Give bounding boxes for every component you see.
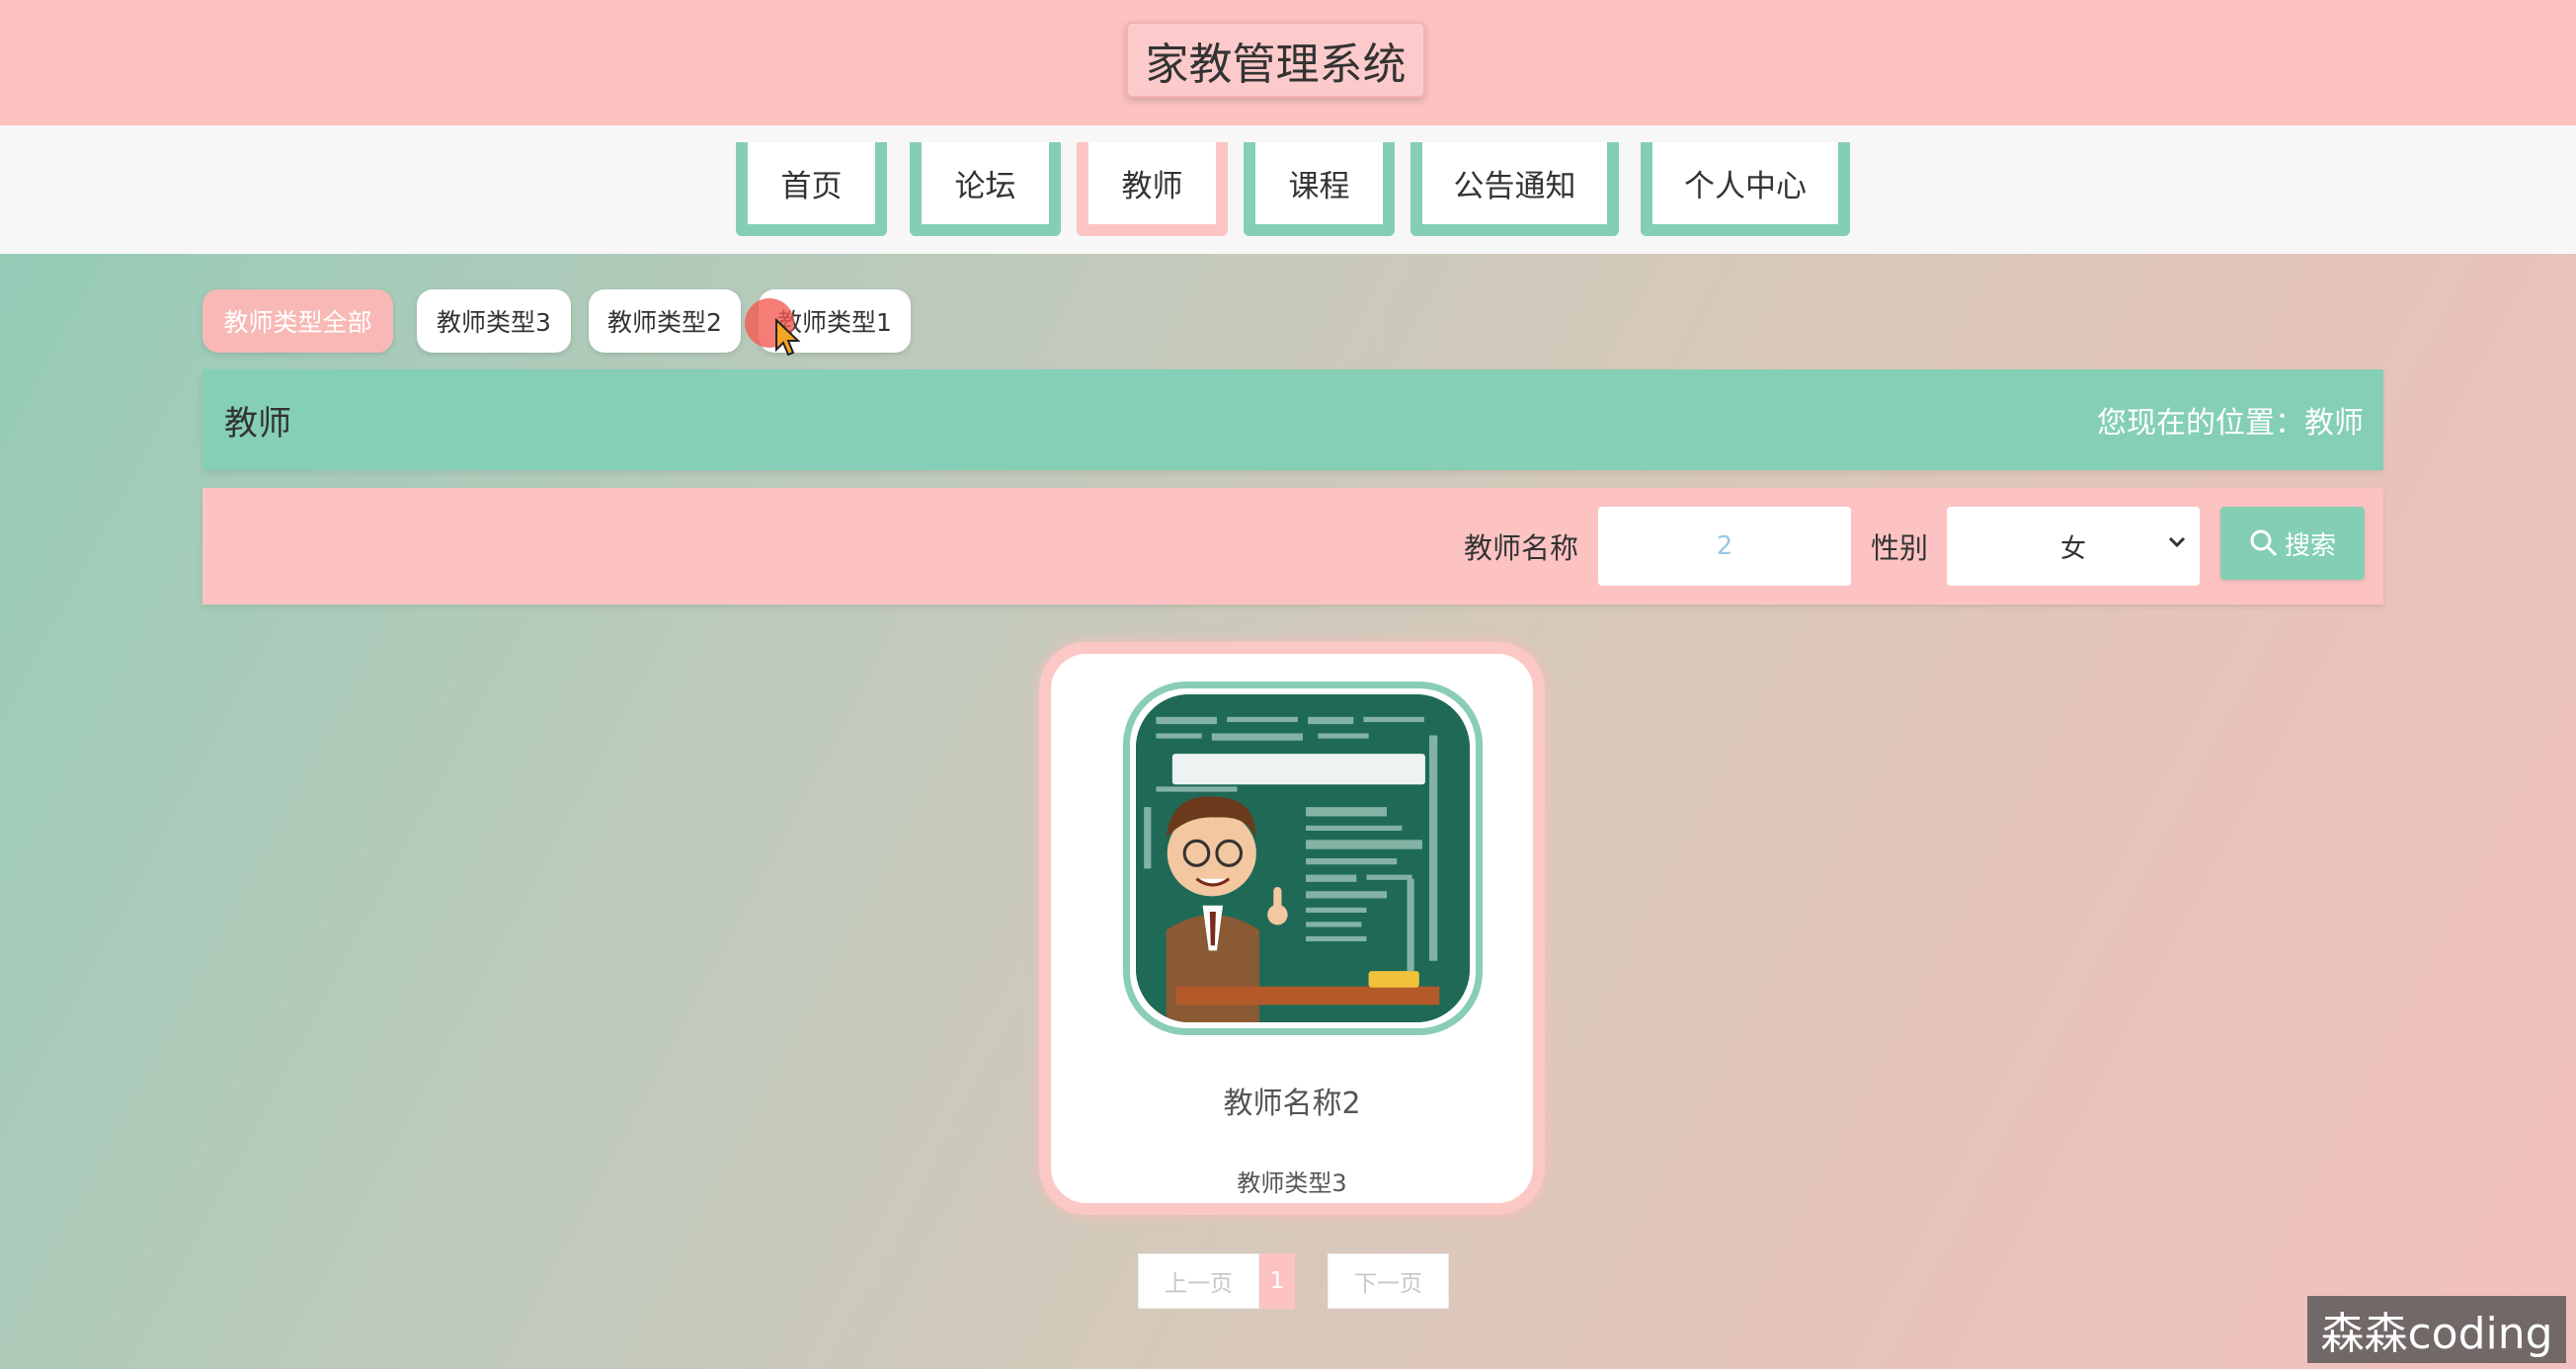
category-chip-type3[interactable]: 教师类型3 (417, 289, 571, 353)
nav-item-profile[interactable]: 个人中心 (1641, 142, 1850, 236)
breadcrumb: 教师 您现在的位置：教师 (202, 369, 2383, 470)
nav-item-announcements[interactable]: 公告通知 (1410, 142, 1619, 236)
next-page-label: 下一页 (1354, 1271, 1422, 1297)
teacher-name-label: 教师名称 (1464, 531, 1579, 565)
watermark: 森森coding (2307, 1296, 2566, 1363)
prev-page-button[interactable]: 上一页 (1138, 1253, 1259, 1309)
nav-item-label: 公告通知 (1453, 169, 1576, 204)
search-button-label: 搜索 (2284, 530, 2336, 561)
search-bar: 教师名称 性别 女 搜索 (202, 488, 2383, 604)
teacher-name-input[interactable] (1598, 507, 1851, 586)
nav-item-label: 论坛 (954, 169, 1016, 204)
category-chip-label: 教师类型3 (437, 308, 551, 337)
category-chip-label: 教师类型全部 (223, 308, 372, 337)
education-chalkboard-image (1136, 694, 1470, 1022)
teacher-type: 教师类型3 (1237, 1169, 1347, 1197)
current-page-button[interactable]: 1 (1259, 1253, 1295, 1309)
page-title: 教师 (224, 403, 291, 443)
nav-item-label: 个人中心 (1684, 169, 1807, 204)
breadcrumb-location: 您现在的位置：教师 (2097, 406, 2364, 441)
nav-item-home[interactable]: 首页 (736, 142, 887, 236)
nav-item-label: 首页 (780, 169, 843, 204)
nav-item-label: 课程 (1288, 169, 1350, 204)
nav-item-forum[interactable]: 论坛 (910, 142, 1061, 236)
nav-item-courses[interactable]: 课程 (1244, 142, 1395, 236)
teacher-card[interactable]: 教师名称2 教师类型3 (1039, 642, 1545, 1215)
teacher-name: 教师名称2 (1223, 1087, 1361, 1121)
nav-item-teachers[interactable]: 教师 (1077, 142, 1228, 236)
header-bar: 家教管理系统 (0, 0, 2576, 125)
search-icon (2250, 529, 2278, 557)
search-button[interactable]: 搜索 (2220, 507, 2365, 580)
teacher-avatar (1123, 682, 1483, 1035)
prev-page-label: 上一页 (1165, 1271, 1233, 1297)
nav-item-label: 教师 (1121, 169, 1183, 204)
teacher-illustration (1136, 694, 1470, 1022)
category-chip-all[interactable]: 教师类型全部 (202, 289, 393, 353)
chevron-down-icon (2168, 536, 2186, 548)
gender-label: 性别 (1871, 531, 1929, 565)
category-chip-label: 教师类型2 (607, 308, 722, 337)
current-page-number: 1 (1269, 1268, 1285, 1294)
gender-select-value: 女 (2059, 533, 2086, 564)
category-chip-type2[interactable]: 教师类型2 (589, 289, 741, 353)
next-page-button[interactable]: 下一页 (1328, 1253, 1449, 1309)
site-title: 家教管理系统 (1126, 22, 1425, 98)
gender-select[interactable]: 女 (1947, 507, 2200, 586)
mouse-cursor-icon (775, 318, 801, 357)
